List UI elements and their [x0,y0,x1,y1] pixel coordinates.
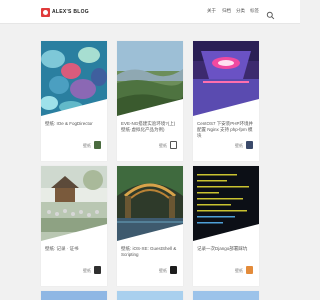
search-icon[interactable] [266,7,275,20]
post-meta: 壁纸 [197,141,255,151]
top-navigation-bar: ALEX'S BLOG 关于 归档 分类 标签 [0,0,300,24]
post-card[interactable]: CentOS7 下安装PHP环境并配置 Nginx 支持 php-fpm 模块 … [193,41,259,161]
post-meta: 壁纸 [121,266,179,276]
post-category[interactable]: 壁纸 [159,268,167,274]
category-icon [170,266,177,274]
post-card[interactable] [193,291,259,300]
post-title[interactable]: 壁纸: IOe & FogDirector [45,121,103,127]
post-thumbnail[interactable] [117,166,183,241]
post-card[interactable]: 记录一次Django部署踩坑 壁纸 [193,166,259,286]
category-icon [170,141,177,149]
post-thumbnail[interactable] [41,41,107,116]
nav-link-about[interactable]: 关于 [207,8,216,14]
post-thumbnail[interactable] [41,166,107,241]
post-category[interactable]: 壁纸 [83,268,91,274]
post-category[interactable]: 壁纸 [235,143,243,149]
post-meta: 壁纸 [197,266,255,276]
post-title[interactable]: CentOS7 下安装PHP环境并配置 Nginx 支持 php-fpm 模块 [197,121,255,139]
post-meta: 壁纸 [45,266,103,276]
post-thumbnail[interactable] [193,41,259,116]
category-icon [94,141,101,149]
post-title[interactable]: 壁纸: 记录 · 证书 [45,246,103,252]
nav-link-archive[interactable]: 归档 [222,8,231,14]
post-title[interactable]: 壁纸: iOS-XE: GuestShell & Scripting [121,246,179,258]
post-category[interactable]: 壁纸 [235,268,243,274]
logo-icon [41,7,50,17]
post-card[interactable]: 壁纸: iOS-XE: GuestShell & Scripting 壁纸 [117,166,183,286]
category-icon [94,266,101,274]
post-category[interactable]: 壁纸 [83,143,91,149]
post-thumbnail[interactable] [117,41,183,116]
post-card[interactable] [41,291,107,300]
category-icon [246,266,253,274]
post-thumbnail[interactable] [117,291,183,300]
post-title[interactable]: 记录一次Django部署踩坑 [197,246,255,252]
post-thumbnail[interactable] [193,291,259,300]
site-logo[interactable]: ALEX'S BLOG [41,7,89,17]
post-category[interactable]: 壁纸 [159,143,167,149]
post-title[interactable]: EVE-NG搭建实验环境?(上)壁纸·虚拟化产品为例) [121,121,179,133]
nav-link-tags[interactable]: 标签 [250,8,259,14]
post-card[interactable] [117,291,183,300]
post-card[interactable]: 壁纸: IOe & FogDirector 壁纸 [41,41,107,161]
post-thumbnail[interactable] [41,291,107,300]
post-card[interactable]: EVE-NG搭建实验环境?(上)壁纸·虚拟化产品为例) 壁纸 [117,41,183,161]
post-thumbnail[interactable] [193,166,259,241]
nav-link-categories[interactable]: 分类 [236,8,245,14]
site-brand-text: ALEX'S BLOG [52,9,89,15]
post-meta: 壁纸 [45,141,103,151]
category-icon [246,141,253,149]
post-card[interactable]: 壁纸: 记录 · 证书 壁纸 [41,166,107,286]
post-meta: 壁纸 [121,141,179,151]
